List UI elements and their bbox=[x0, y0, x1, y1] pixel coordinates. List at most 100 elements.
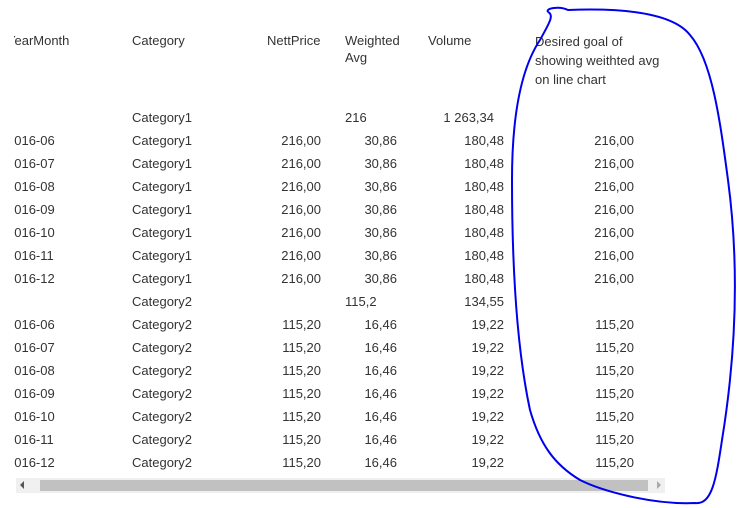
cell-yearmonth: 2016-12 bbox=[14, 455, 55, 470]
cell-weighted-avg: 30,86 bbox=[364, 271, 397, 286]
cell-weighted-avg: 30,86 bbox=[364, 202, 397, 217]
cell-yearmonth: 2016-06 bbox=[14, 133, 55, 148]
cell-yearmonth: 2016-11 bbox=[14, 432, 54, 447]
cell-yearmonth: 2016-09 bbox=[14, 202, 55, 217]
header-weighted-avg: Weighted Avg bbox=[345, 33, 400, 65]
cell-weighted-avg: 16,46 bbox=[364, 386, 397, 401]
cell-category: Category2 bbox=[132, 432, 192, 447]
cell-nettprice: 216,00 bbox=[281, 202, 321, 217]
cell-category: Category2 bbox=[132, 340, 192, 355]
cell-desired-goal: 115,20 bbox=[595, 455, 634, 470]
cell-weighted-avg: 16,46 bbox=[364, 409, 397, 424]
cell-category: Category1 bbox=[132, 225, 192, 240]
group-category: Category2 bbox=[132, 294, 192, 309]
cell-volume: 19,22 bbox=[471, 317, 504, 332]
cell-nettprice: 115,20 bbox=[282, 363, 321, 378]
cell-yearmonth: 2016-07 bbox=[14, 340, 55, 355]
cell-category: Category1 bbox=[132, 156, 192, 171]
cell-nettprice: 115,20 bbox=[282, 409, 321, 424]
cell-desired-goal: 216,00 bbox=[594, 179, 634, 194]
cell-volume: 19,22 bbox=[471, 455, 504, 470]
horizontal-scrollbar[interactable] bbox=[16, 478, 665, 493]
scroll-left-arrow-icon[interactable] bbox=[20, 481, 24, 489]
cell-weighted-avg: 16,46 bbox=[364, 363, 397, 378]
cell-volume: 19,22 bbox=[471, 386, 504, 401]
cell-volume: 19,22 bbox=[471, 340, 504, 355]
cell-volume: 19,22 bbox=[471, 409, 504, 424]
cell-weighted-avg: 16,46 bbox=[364, 340, 397, 355]
cell-desired-goal: 115,20 bbox=[595, 317, 634, 332]
header-volume: Volume bbox=[428, 33, 472, 48]
cell-nettprice: 216,00 bbox=[281, 133, 321, 148]
cell-volume: 180,48 bbox=[464, 271, 504, 286]
cell-nettprice: 115,20 bbox=[282, 386, 321, 401]
group-category: Category1 bbox=[132, 110, 192, 125]
header-nettprice: NettPrice bbox=[267, 33, 321, 48]
cell-weighted-avg: 30,86 bbox=[364, 248, 397, 263]
cell-category: Category2 bbox=[132, 455, 192, 470]
cell-volume: 180,48 bbox=[464, 156, 504, 171]
cell-yearmonth: 2016-09 bbox=[14, 386, 55, 401]
cell-desired-goal: 115,20 bbox=[595, 409, 634, 424]
cell-nettprice: 115,20 bbox=[282, 432, 321, 447]
cell-category: Category1 bbox=[132, 179, 192, 194]
cell-nettprice: 216,00 bbox=[281, 156, 321, 171]
cell-weighted-avg: 30,86 bbox=[364, 225, 397, 240]
data-table: YearMonth Category NettPrice Weighted Av… bbox=[14, 0, 734, 475]
cell-desired-goal: 216,00 bbox=[594, 156, 634, 171]
scrollbar-thumb[interactable] bbox=[40, 480, 648, 491]
cell-volume: 180,48 bbox=[464, 179, 504, 194]
cell-desired-goal: 216,00 bbox=[594, 248, 634, 263]
cell-weighted-avg: 16,46 bbox=[364, 317, 397, 332]
header-category: Category bbox=[132, 33, 185, 48]
cell-nettprice: 216,00 bbox=[281, 248, 321, 263]
cell-desired-goal: 216,00 bbox=[594, 271, 634, 286]
cell-weighted-avg: 30,86 bbox=[364, 179, 397, 194]
cell-desired-goal: 216,00 bbox=[594, 202, 634, 217]
cell-yearmonth: 2016-07 bbox=[14, 156, 55, 171]
cell-weighted-avg: 16,46 bbox=[364, 455, 397, 470]
group-weighted-avg: 216 bbox=[345, 110, 367, 125]
cell-yearmonth: 2016-11 bbox=[14, 248, 54, 263]
cell-category: Category2 bbox=[132, 363, 192, 378]
cell-yearmonth: 2016-10 bbox=[14, 225, 55, 240]
header-desired-goal: Desired goal of showing weithted avg on … bbox=[535, 34, 660, 87]
cell-volume: 19,22 bbox=[471, 432, 504, 447]
cell-category: Category2 bbox=[132, 409, 192, 424]
cell-volume: 180,48 bbox=[464, 225, 504, 240]
cell-desired-goal: 115,20 bbox=[595, 340, 634, 355]
cell-category: Category1 bbox=[132, 133, 192, 148]
cell-desired-goal: 216,00 bbox=[594, 225, 634, 240]
cell-category: Category1 bbox=[132, 248, 192, 263]
cell-category: Category1 bbox=[132, 202, 192, 217]
cell-volume: 180,48 bbox=[464, 133, 504, 148]
cell-nettprice: 216,00 bbox=[281, 271, 321, 286]
header-yearmonth: YearMonth bbox=[14, 33, 70, 48]
cell-weighted-avg: 30,86 bbox=[364, 133, 397, 148]
cell-volume: 180,48 bbox=[464, 248, 504, 263]
group-volume: 1 263,34 bbox=[443, 110, 494, 125]
cell-desired-goal: 115,20 bbox=[595, 432, 634, 447]
cell-yearmonth: 2016-08 bbox=[14, 363, 55, 378]
cell-nettprice: 115,20 bbox=[282, 340, 321, 355]
cell-nettprice: 115,20 bbox=[282, 317, 321, 332]
cell-nettprice: 216,00 bbox=[281, 179, 321, 194]
cell-desired-goal: 216,00 bbox=[594, 133, 634, 148]
cell-yearmonth: 2016-06 bbox=[14, 317, 55, 332]
scroll-right-arrow-icon[interactable] bbox=[657, 481, 661, 489]
cell-category: Category2 bbox=[132, 386, 192, 401]
group-weighted-avg: 115,2 bbox=[345, 294, 377, 309]
cell-weighted-avg: 30,86 bbox=[364, 156, 397, 171]
cell-yearmonth: 2016-10 bbox=[14, 409, 55, 424]
cell-weighted-avg: 16,46 bbox=[364, 432, 397, 447]
cell-yearmonth: 2016-12 bbox=[14, 271, 55, 286]
cell-category: Category1 bbox=[132, 271, 192, 286]
cell-nettprice: 216,00 bbox=[281, 225, 321, 240]
group-volume: 134,55 bbox=[464, 294, 504, 309]
cell-desired-goal: 115,20 bbox=[595, 386, 634, 401]
cell-yearmonth: 2016-08 bbox=[14, 179, 55, 194]
cell-nettprice: 115,20 bbox=[282, 455, 321, 470]
cell-category: Category2 bbox=[132, 317, 192, 332]
cell-volume: 19,22 bbox=[471, 363, 504, 378]
cell-desired-goal: 115,20 bbox=[595, 363, 634, 378]
